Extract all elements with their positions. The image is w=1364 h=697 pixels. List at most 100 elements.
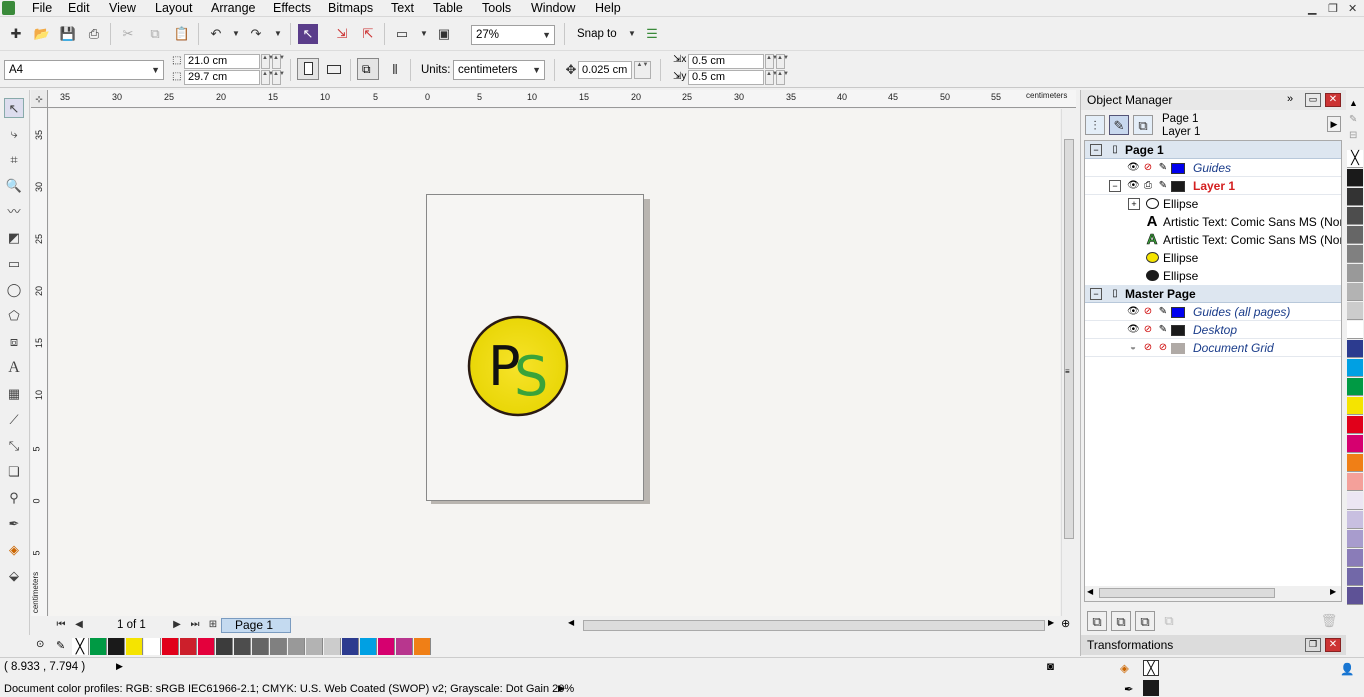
color-swatch[interactable] [378,638,395,655]
tree-group-master-page[interactable]: − ▯ Master Page [1085,285,1341,303]
edit-across-layers-icon[interactable]: ✎ [1109,115,1129,135]
no-print-icon[interactable]: ⊘ [1142,162,1154,174]
horizontal-scrollbar[interactable]: ◀ ▶ ⊕ [564,617,1076,634]
color-swatch[interactable] [108,638,125,655]
menu-edit[interactable]: Edit [68,1,90,15]
color-swatch[interactable] [1347,264,1363,282]
vertical-ruler[interactable]: 35 30 25 20 15 10 5 0 5 centimeters [31,108,48,616]
duplicate-x-field[interactable]: 0.5 cm [688,54,764,69]
crop-tool-icon[interactable]: ⌗ [4,150,24,170]
last-page-icon[interactable]: ⏭ [185,615,205,635]
color-swatch[interactable] [414,638,431,655]
import-icon[interactable]: ⇲ [332,24,352,44]
show-properties-icon[interactable]: ⫶ [1085,115,1105,135]
open-icon[interactable]: 📂 [32,24,52,44]
no-print-icon[interactable]: ⊘ [1142,342,1154,354]
tree-group-page-1[interactable]: − ▯ Page 1 [1085,141,1341,159]
close-docker-icon[interactable]: ✕ [1325,93,1341,107]
menu-arrange[interactable]: Arrange [211,1,255,15]
menu-window[interactable]: Window [531,1,575,15]
dimension-tool-icon[interactable]: ⟋ [4,410,24,430]
docker-scroll-up-icon[interactable]: ▲ [1349,98,1358,108]
export-icon[interactable]: ⇱ [358,24,378,44]
color-swatch[interactable] [1347,416,1363,434]
save-icon[interactable]: 💾 [58,24,78,44]
launcher-dropdown-icon[interactable]: ▼ [414,24,434,44]
tree-object-ellipse[interactable]: Ellipse [1085,267,1341,285]
status-arrow-icon[interactable]: ▶ [116,661,123,672]
eye-icon[interactable]: 👁 [1127,162,1140,174]
duplicate-y-field[interactable]: 0.5 cm [688,70,764,85]
scroll-right-icon[interactable]: ▶ [1330,587,1336,596]
drop-shadow-tool-icon[interactable]: ❏ [4,462,24,482]
color-swatch[interactable] [360,638,377,655]
fill-tool-icon[interactable]: ◈ [4,540,24,560]
dup-y-spinner-icon[interactable]: ▲▼ [765,70,778,85]
color-swatch[interactable] [1347,245,1363,263]
new-icon[interactable]: ✚ [6,24,26,44]
color-swatch[interactable] [1347,302,1363,320]
palette-menu-icon[interactable]: ⊙ [36,639,44,650]
expand-icon[interactable]: + [1128,198,1140,210]
new-layer-icon[interactable]: ⧉ [1087,611,1107,631]
dup-y-spinner2-icon[interactable]: ▲▼ [776,70,789,85]
layer-manager-view-icon[interactable]: ⧉ [1133,115,1153,135]
search-content-icon[interactable]: ↖ [298,24,318,44]
color-swatch[interactable] [324,638,341,655]
color-swatch[interactable] [252,638,269,655]
color-swatch[interactable] [90,638,107,655]
color-swatch[interactable] [306,638,323,655]
new-master-layer-odd-icon[interactable]: ⧉ [1135,611,1155,631]
color-swatch[interactable] [1347,473,1363,491]
ruler-origin-icon[interactable]: ⊹ [31,90,48,108]
color-swatch[interactable] [1347,378,1363,396]
menu-table[interactable]: Table [433,1,463,15]
prev-page-icon[interactable]: ◀ [69,615,89,635]
freehand-tool-icon[interactable]: 〰 [4,202,24,222]
zoom-level-combo[interactable]: 27% ▼ [471,25,555,45]
options-icon[interactable]: ☰ [642,24,662,44]
color-swatch[interactable] [1347,359,1363,377]
pin-icon[interactable]: ✎ [1349,114,1357,125]
application-launcher-icon[interactable]: ▭ [392,24,412,44]
undo-dropdown-icon[interactable]: ▼ [226,24,246,44]
color-swatch[interactable] [288,638,305,655]
pencil-icon[interactable]: ✎ [1157,306,1169,318]
table-tool-icon[interactable]: ▦ [4,384,24,404]
page-width-field[interactable]: 21.0 cm [184,54,260,69]
eye-icon[interactable]: 👁 [1127,324,1140,336]
color-swatch[interactable] [144,638,161,655]
eyedropper-icon[interactable]: ✎ [56,639,65,652]
tree-layer-document-grid[interactable]: ◒ ⊘ ⊘ Document Grid [1085,339,1341,357]
navigator-icon[interactable]: ⊕ [1061,617,1070,630]
portrait-button[interactable] [297,58,319,80]
redo-icon[interactable]: ↷ [246,24,266,44]
rectangle-tool-icon[interactable]: ▭ [4,254,24,274]
current-page-icon[interactable]: ⫴ [385,60,405,80]
scroll-right-icon[interactable]: ▶ [1048,618,1054,627]
menu-layout[interactable]: Layout [155,1,193,15]
scroll-left-icon[interactable]: ◀ [1087,587,1093,596]
landscape-icon[interactable] [327,65,341,74]
outline-tool-icon[interactable]: ✒ [4,514,24,534]
delete-icon[interactable]: 🗑 [1319,611,1339,631]
first-page-icon[interactable]: ⏮ [51,615,71,635]
print-icon[interactable]: ⎙ [84,24,104,44]
basic-shapes-tool-icon[interactable]: ⧈ [4,332,24,352]
new-master-layer-even-icon[interactable]: ⧉ [1159,611,1179,631]
color-swatch[interactable] [1347,568,1363,586]
paste-icon[interactable]: 📋 [172,24,192,44]
eye-icon[interactable]: 👁 [1127,306,1140,318]
close-docker-icon[interactable]: ✕ [1325,638,1341,652]
scroll-left-icon[interactable]: ◀ [568,618,574,627]
tree-object-text[interactable]: A Artistic Text: Comic Sans MS (Nor [1085,213,1341,231]
menu-file[interactable]: File [32,1,52,15]
no-color-swatch[interactable]: ╳ [1347,150,1363,168]
color-swatch[interactable] [342,638,359,655]
tree-object-text[interactable]: A Artistic Text: Comic Sans MS (Nor [1085,231,1341,249]
color-swatch[interactable] [126,638,143,655]
restore-docker-icon[interactable]: ❐ [1305,638,1321,652]
color-swatch[interactable] [1347,435,1363,453]
height-lock-icon[interactable]: ▲▼ [272,70,285,85]
nudge-spinner-icon[interactable]: ▲▼ [634,61,651,79]
